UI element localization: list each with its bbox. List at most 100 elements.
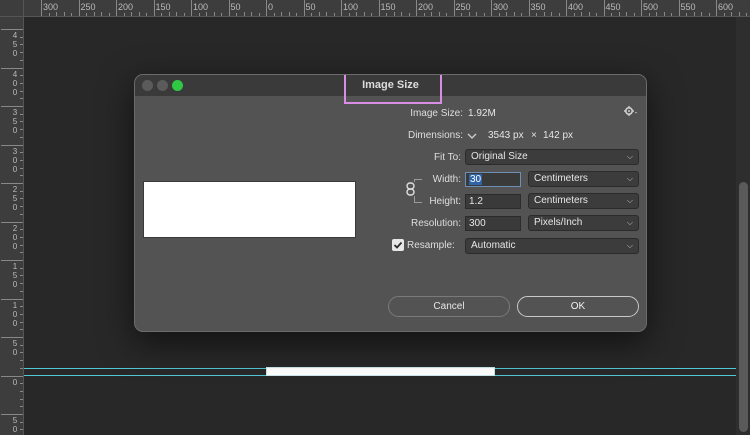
ruler-major-tick (153, 0, 155, 16)
ruler-minor-tick (611, 13, 612, 16)
ruler-minor-tick (108, 13, 110, 16)
ruler-minor-tick (20, 236, 23, 238)
ruler-minor-tick (20, 121, 23, 123)
ruler-tick-label: 550 (680, 2, 696, 12)
ruler-minor-tick (588, 12, 590, 16)
horizontal-ruler[interactable]: 300 250 200 150 100 50 0 50 100 150 200 250 300 350 40… (24, 0, 750, 17)
chevron-down-icon: ⌵ (626, 196, 633, 205)
ruler-minor-tick (20, 252, 23, 254)
ruler-minor-tick (93, 12, 95, 16)
ruler-minor-tick (20, 321, 23, 323)
resolution-value: 300 (469, 218, 486, 229)
width-value: 30 (469, 174, 483, 185)
ruler-major-tick (1, 144, 23, 146)
chevron-down-icon: ⌵ (626, 174, 633, 183)
ruler-major-tick (191, 0, 192, 16)
ruler-major-tick (416, 0, 417, 16)
ruler-minor-tick (20, 113, 23, 115)
ruler-minor-tick (63, 12, 65, 16)
title-highlight-box (344, 75, 442, 104)
vertical-ruler[interactable]: 4 5 0 4 0 0 3 5 0 3 0 0 2 5 0 2 0 0 1 5 0 1 0 0… (0, 17, 24, 435)
ruler-major-tick (303, 0, 305, 16)
ruler-tick-label: 2 0 0 (12, 223, 18, 251)
ruler-minor-tick (20, 344, 23, 346)
ruler-tick-label: 300 (43, 2, 59, 12)
ruler-minor-tick (251, 12, 252, 16)
ruler-major-tick (1, 298, 23, 300)
ruler-minor-tick (513, 12, 515, 16)
ruler-minor-tick (20, 275, 23, 277)
resolution-unit-select[interactable]: Pixels/Inch ⌵ (528, 215, 639, 231)
ruler-minor-tick (318, 12, 320, 16)
ruler-major-tick (1, 67, 23, 69)
ruler-minor-tick (183, 13, 185, 16)
resample-select[interactable]: Automatic ⌵ (465, 238, 639, 254)
ruler-minor-tick (20, 159, 23, 161)
ruler-tick-label: 100 (193, 2, 209, 12)
ruler-minor-tick (20, 360, 23, 362)
resample-checkbox[interactable] (392, 239, 404, 251)
ruler-minor-tick (20, 244, 23, 246)
ruler-minor-tick (701, 12, 702, 16)
ruler-tick-label: 150 (155, 2, 171, 12)
gear-icon[interactable] (624, 106, 638, 119)
width-unit-select[interactable]: Centimeters ⌵ (528, 171, 639, 187)
height-input[interactable]: 1.2 (465, 194, 521, 209)
ruler-minor-tick (686, 13, 687, 16)
ruler-minor-tick (551, 12, 552, 16)
ruler-minor-tick (20, 398, 23, 400)
ruler-minor-tick (20, 306, 23, 308)
fit-to-select[interactable]: Original Size ⌵ (465, 149, 639, 165)
height-unit-value: Centimeters (534, 195, 588, 206)
cancel-button[interactable]: Cancel (388, 296, 510, 317)
ruler-minor-tick (393, 12, 395, 16)
ruler-minor-tick (20, 98, 23, 100)
ruler-minor-tick (236, 13, 237, 16)
ruler-major-tick (603, 0, 605, 16)
chevron-down-icon: ⌵ (626, 152, 633, 161)
height-unit-select[interactable]: Centimeters ⌵ (528, 193, 639, 209)
chevron-down-icon[interactable] (466, 129, 478, 141)
ruler-tick-label: 500 (643, 2, 659, 12)
image-preview[interactable] (143, 181, 356, 238)
resolution-input[interactable]: 300 (465, 216, 521, 231)
ruler-major-tick (1, 29, 23, 30)
resample-value: Automatic (471, 240, 516, 251)
ruler-minor-tick (221, 13, 222, 16)
ruler-minor-tick (521, 13, 522, 16)
ruler-major-tick (1, 375, 23, 377)
ruler-tick-label: 3 0 0 (12, 146, 18, 174)
dimensions-height-value: 142 px (543, 130, 574, 141)
ok-button[interactable]: OK (517, 296, 639, 317)
height-label: Height: (429, 196, 461, 207)
ruler-minor-tick (536, 13, 537, 16)
ruler-minor-tick (333, 13, 335, 16)
dimensions-label: Dimensions: (407, 130, 463, 141)
ruler-minor-tick (176, 12, 177, 16)
image-size-label: Image Size: (410, 108, 463, 119)
ruler-major-tick (116, 0, 117, 16)
ruler-major-tick (341, 0, 342, 16)
ruler-minor-tick (20, 167, 23, 169)
width-input[interactable]: 30 (465, 172, 521, 187)
ruler-major-tick (1, 260, 23, 261)
document-canvas (266, 367, 495, 376)
ruler-minor-tick (633, 13, 635, 16)
ruler-minor-tick (101, 12, 102, 16)
ruler-tick-label: 3 5 0 (12, 108, 18, 135)
ruler-minor-tick (20, 75, 23, 77)
ruler-tick-label: 400 (568, 2, 584, 12)
vertical-scrollbar[interactable] (736, 17, 750, 435)
ruler-minor-tick (506, 12, 507, 16)
ruler-tick-label: 150 (380, 2, 396, 12)
ruler-minor-tick (498, 13, 500, 16)
ruler-tick-label: 50 (305, 2, 316, 12)
scrollbar-thumb[interactable] (739, 182, 748, 432)
ruler-major-tick (678, 0, 680, 16)
ruler-minor-tick (288, 12, 290, 16)
ruler-minor-tick (423, 13, 425, 16)
ruler-tick-label: 50 (230, 2, 241, 12)
ruler-minor-tick (20, 136, 23, 138)
ruler-minor-tick (296, 13, 297, 16)
ruler-minor-tick (311, 13, 312, 16)
